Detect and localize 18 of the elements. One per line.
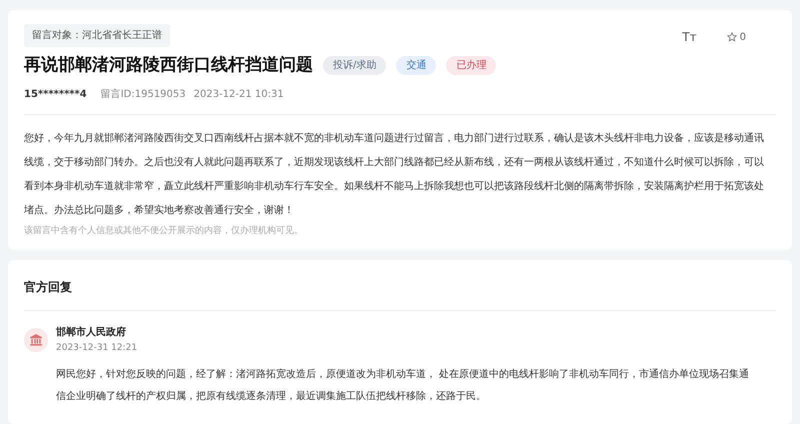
author-name: 15********4 (24, 88, 87, 102)
message-title: 再说邯郸渚河路陵西街口线杆挡道问题 (24, 54, 313, 77)
government-building-icon (24, 328, 48, 352)
department-name: 邯郸市人民政府 (56, 325, 127, 340)
star-icon (726, 32, 737, 42)
reply-heading: 官方回复 (24, 279, 73, 296)
reply-body: 网民您好，针对您反映的问题，经了解：渚河路拓宽改造后，原便道改为非机动车道， 处在原便道中的电线杆影响了非机动车同行，市通信办单位现场召集通信企业明确了线杆的产权归属，把原有线缆逐条清理，最近调集施工队伍把线杆移除，还路于民。 (55, 368, 750, 404)
font-size-button[interactable]: Tт (682, 28, 697, 46)
recipient-label: 留言对象：河北省省长王正谱 (24, 24, 170, 47)
favorite-button[interactable]: 0 (726, 30, 746, 44)
category-tag: 交通 (396, 56, 436, 76)
post-time: 2023-12-21 10:31 (194, 88, 284, 102)
category-tag: 投诉/求助 (323, 56, 386, 76)
message-body: 您好，今年九月就邯郸渚河路陵西街交叉口西南线杆占据本就不宽的非机动车道问题进行过留言，电力部门进行过联系，确认是该木头线杆非电力设备，应该是移动通讯线缆，交于移动部门转办。之后也没有人就此问题再联系了，近期发现该线杆上大部门线路都已经从新布线，还有一两根从该线杆通过，不知道什么时候可以拆除，可以看到本身非机动车道就非常窄，矗立此线杆严重影响非机动车行车安全。如果线杆不能马上拆除我想也可以把该路段线杆北侧的隔离带拆除，安装隔离护栏用于拓宽该处堵点。办法总比问题多，希望实地考察改善通行安全，谢谢！ (24, 132, 765, 218)
category-tag: 已办理 (446, 56, 496, 76)
reply-time: 2023-12-31 12:21 (56, 342, 138, 355)
message-id: 留言ID:19519053 (100, 88, 186, 102)
privacy-note: 该留言中含有个人信息或其他不便公开展示的内容，仅办理机构可见。 (24, 224, 304, 238)
